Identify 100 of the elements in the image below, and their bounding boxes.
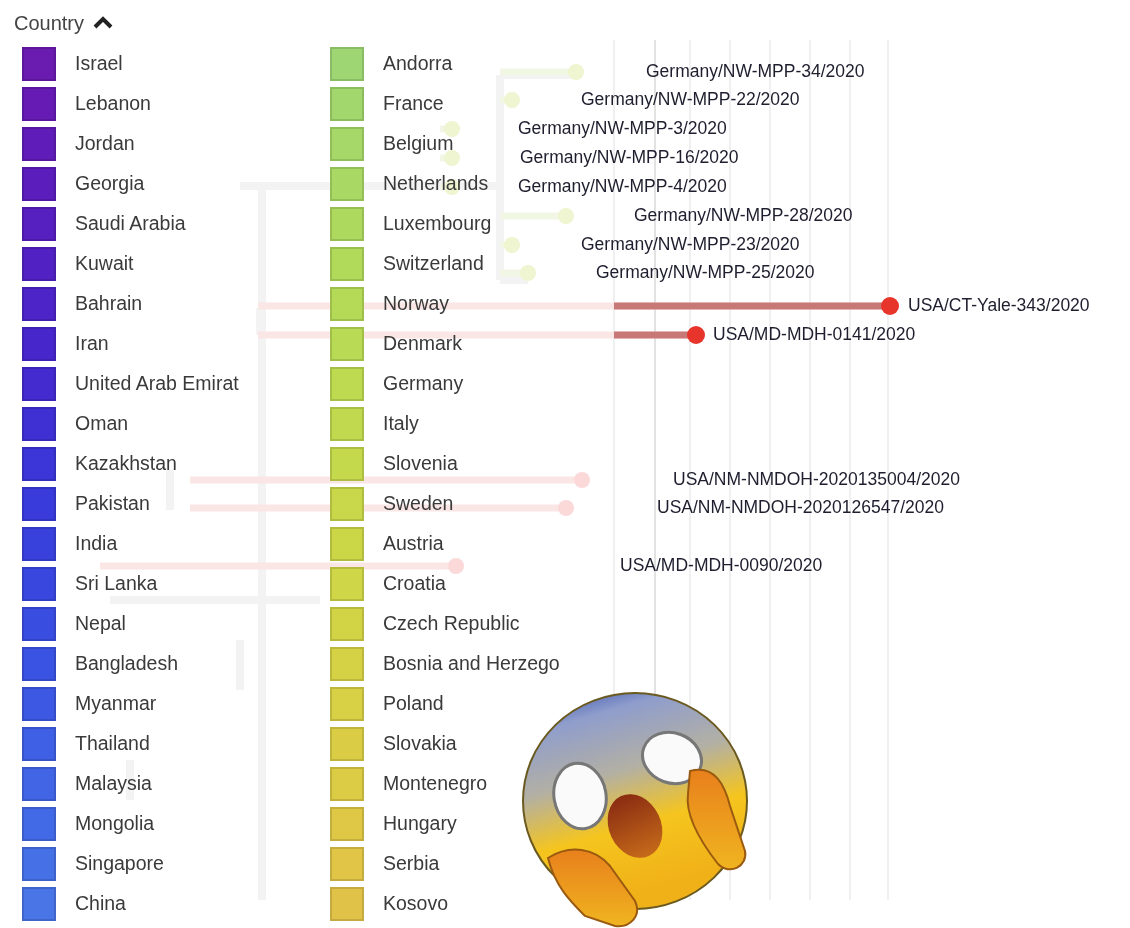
color-swatch[interactable] [22,847,56,881]
color-swatch[interactable] [330,367,364,401]
color-swatch[interactable] [22,167,56,201]
color-swatch[interactable] [330,647,364,681]
color-swatch[interactable] [22,207,56,241]
color-swatch[interactable] [330,207,364,241]
legend-label[interactable]: Italy [383,409,419,439]
color-swatch[interactable] [22,807,56,841]
color-swatch[interactable] [330,567,364,601]
legend-label[interactable]: Malaysia [75,769,152,799]
tip-node[interactable] [558,500,574,516]
color-swatch[interactable] [22,487,56,521]
legend-label[interactable]: Georgia [75,169,145,199]
tip-label[interactable]: USA/NM-NMDOH-2020135004/2020 [673,471,960,489]
tip-label[interactable]: Germany/NW-MPP-25/2020 [596,264,815,282]
legend-label[interactable]: Norway [383,289,450,319]
tip-node[interactable] [881,297,899,315]
color-swatch[interactable] [22,447,56,481]
tip-label[interactable]: USA/MD-MDH-0141/2020 [713,326,916,344]
caret-icon[interactable] [92,16,115,30]
tip-node[interactable] [574,472,590,488]
color-swatch[interactable] [330,527,364,561]
legend-label[interactable]: Israel [75,49,123,79]
legend-label[interactable]: Sri Lanka [75,569,158,599]
tip-node[interactable] [504,237,520,253]
legend-label[interactable]: China [75,889,126,919]
legend-label[interactable]: United Arab Emirat [75,369,239,399]
color-swatch[interactable] [330,607,364,641]
color-swatch[interactable] [22,607,56,641]
color-swatch[interactable] [330,247,364,281]
tip-node[interactable] [520,265,536,281]
tip-node[interactable] [568,64,584,80]
tip-label[interactable]: Germany/NW-MPP-23/2020 [581,236,800,254]
legend-label[interactable]: Belgium [383,129,454,159]
color-swatch[interactable] [22,407,56,441]
tip-label[interactable]: USA/MD-MDH-0090/2020 [620,557,823,575]
legend-label[interactable]: Mongolia [75,809,155,839]
legend-label[interactable]: Austria [383,529,444,559]
tip-label[interactable]: Germany/NW-MPP-3/2020 [518,120,727,138]
legend-label[interactable]: Kosovo [383,889,449,919]
color-swatch[interactable] [330,327,364,361]
legend-label[interactable]: Lebanon [75,89,151,119]
legend-label[interactable]: Jordan [75,129,135,159]
tip-label[interactable]: Germany/NW-MPP-4/2020 [518,178,727,196]
legend-label[interactable]: Poland [383,689,444,719]
color-swatch[interactable] [330,767,364,801]
legend-label[interactable]: Bangladesh [75,649,178,679]
legend-label[interactable]: Bahrain [75,289,143,319]
legend-label[interactable]: Andorra [383,49,453,79]
legend-label[interactable]: Denmark [383,329,463,359]
legend-label[interactable]: Luxembourg [383,209,492,239]
legend-label[interactable]: France [383,89,444,119]
legend-label[interactable]: Kuwait [75,249,134,279]
color-swatch[interactable] [330,487,364,521]
color-swatch[interactable] [330,727,364,761]
tip-node[interactable] [558,208,574,224]
color-swatch[interactable] [330,807,364,841]
legend-label[interactable]: Sweden [383,489,454,519]
legend-label[interactable]: Croatia [383,569,446,599]
tip-label[interactable]: USA/NM-NMDOH-2020126547/2020 [657,499,944,517]
tip-label[interactable]: Germany/NW-MPP-28/2020 [634,207,853,225]
legend-label[interactable]: Iran [75,329,109,359]
legend-label[interactable]: Oman [75,409,129,439]
tip-label[interactable]: Germany/NW-MPP-34/2020 [646,63,865,81]
color-swatch[interactable] [22,87,56,121]
tip-node[interactable] [687,326,705,344]
legend-label[interactable]: Singapore [75,849,164,879]
color-swatch[interactable] [22,767,56,801]
tip-label[interactable]: Germany/NW-MPP-16/2020 [520,149,739,167]
color-swatch[interactable] [22,287,56,321]
color-swatch[interactable] [330,87,364,121]
color-swatch[interactable] [330,687,364,721]
legend-label[interactable]: Pakistan [75,489,150,519]
legend-label[interactable]: Switzerland [383,249,484,279]
color-swatch[interactable] [330,167,364,201]
legend-label[interactable]: Hungary [383,809,457,839]
legend-label[interactable]: Slovenia [383,449,458,479]
legend-label[interactable]: India [75,529,118,559]
legend-label[interactable]: Bosnia and Herzego [383,649,560,679]
tip-label[interactable]: USA/CT-Yale-343/2020 [908,297,1090,315]
tip-node[interactable] [444,121,460,137]
legend-label[interactable]: Netherlands [383,169,489,199]
color-swatch[interactable] [22,567,56,601]
color-swatch[interactable] [22,527,56,561]
color-swatch[interactable] [22,647,56,681]
color-swatch[interactable] [330,847,364,881]
color-swatch[interactable] [330,447,364,481]
color-swatch[interactable] [330,887,364,921]
legend-label[interactable]: Saudi Arabia [75,209,186,239]
legend-label[interactable]: Kazakhstan [75,449,177,479]
color-swatch[interactable] [22,247,56,281]
color-swatch[interactable] [22,327,56,361]
legend-label[interactable]: Czech Republic [383,609,520,639]
color-swatch[interactable] [22,687,56,721]
tip-node[interactable] [504,92,520,108]
color-swatch[interactable] [22,887,56,921]
tip-node[interactable] [448,558,464,574]
legend-label[interactable]: Thailand [75,729,150,759]
color-swatch[interactable] [22,727,56,761]
tip-label[interactable]: Germany/NW-MPP-22/2020 [581,91,800,109]
